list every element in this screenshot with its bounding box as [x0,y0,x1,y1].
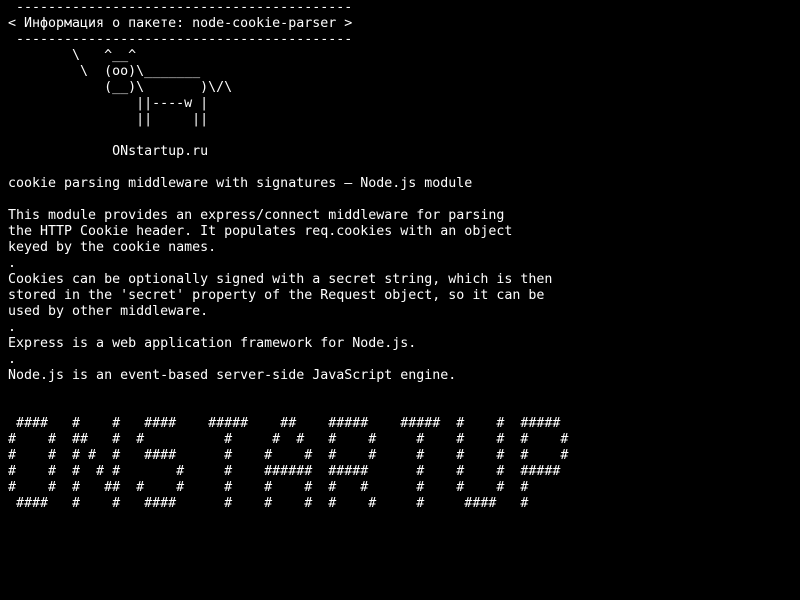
description-line: . [8,256,17,271]
banner-line: #### # # #### ##### ## ##### ##### # # #… [8,416,561,431]
description-line: This module provides an express/connect … [8,208,505,223]
description-line: the HTTP Cookie header. It populates req… [8,224,513,239]
description-line: . [8,320,17,335]
ascii-banner: #### # # #### ##### ## ##### ##### # # #… [8,416,800,512]
bubble-top-border: ----------------------------------------… [8,0,353,15]
banner-line: #### # # #### # # # # # # #### # [8,496,529,511]
cow-art-line: \ ^__^ [8,48,137,63]
description-line: . [8,352,17,367]
description-line: Express is a web application framework f… [8,336,417,351]
banner-line: # # # # # #### # # # # # # # # # # [8,448,569,463]
description-line: stored in the 'secret' property of the R… [8,288,545,303]
banner-line: # # ## # # # # # # # # # # # # [8,432,569,447]
description-line: Node.js is an event-based server-side Ja… [8,368,457,383]
banner-line: # # # ## # # # # # # # # # # # [8,480,529,495]
bubble-text: < Информация о пакете: node-cookie-parse… [8,16,353,31]
cow-art-line: (__)\ )\/\ [8,80,233,95]
description-line: used by other middleware. [8,304,209,319]
description-line: Cookies can be optionally signed with a … [8,272,553,287]
package-summary: cookie parsing middleware with signature… [8,176,473,191]
bubble-bottom-border: ----------------------------------------… [8,32,353,47]
site-label: ONstartup.ru [8,144,209,159]
banner-line: # # # # # # # ###### ##### # # # ##### [8,464,561,479]
package-description: This module provides an express/connect … [8,208,800,384]
cow-art-line: || || [8,112,209,127]
terminal-screen[interactable]: ----------------------------------------… [0,0,800,600]
cow-art-line: \ (oo)\_______ [8,64,201,79]
cow-art-line: ||----w | [8,96,209,111]
cowsay-cow-art: \ ^__^ \ (oo)\_______ (__)\ )\/\ ||----w… [8,48,800,128]
description-line: keyed by the cookie names. [8,240,217,255]
cowsay-speech-bubble: ----------------------------------------… [8,0,800,48]
